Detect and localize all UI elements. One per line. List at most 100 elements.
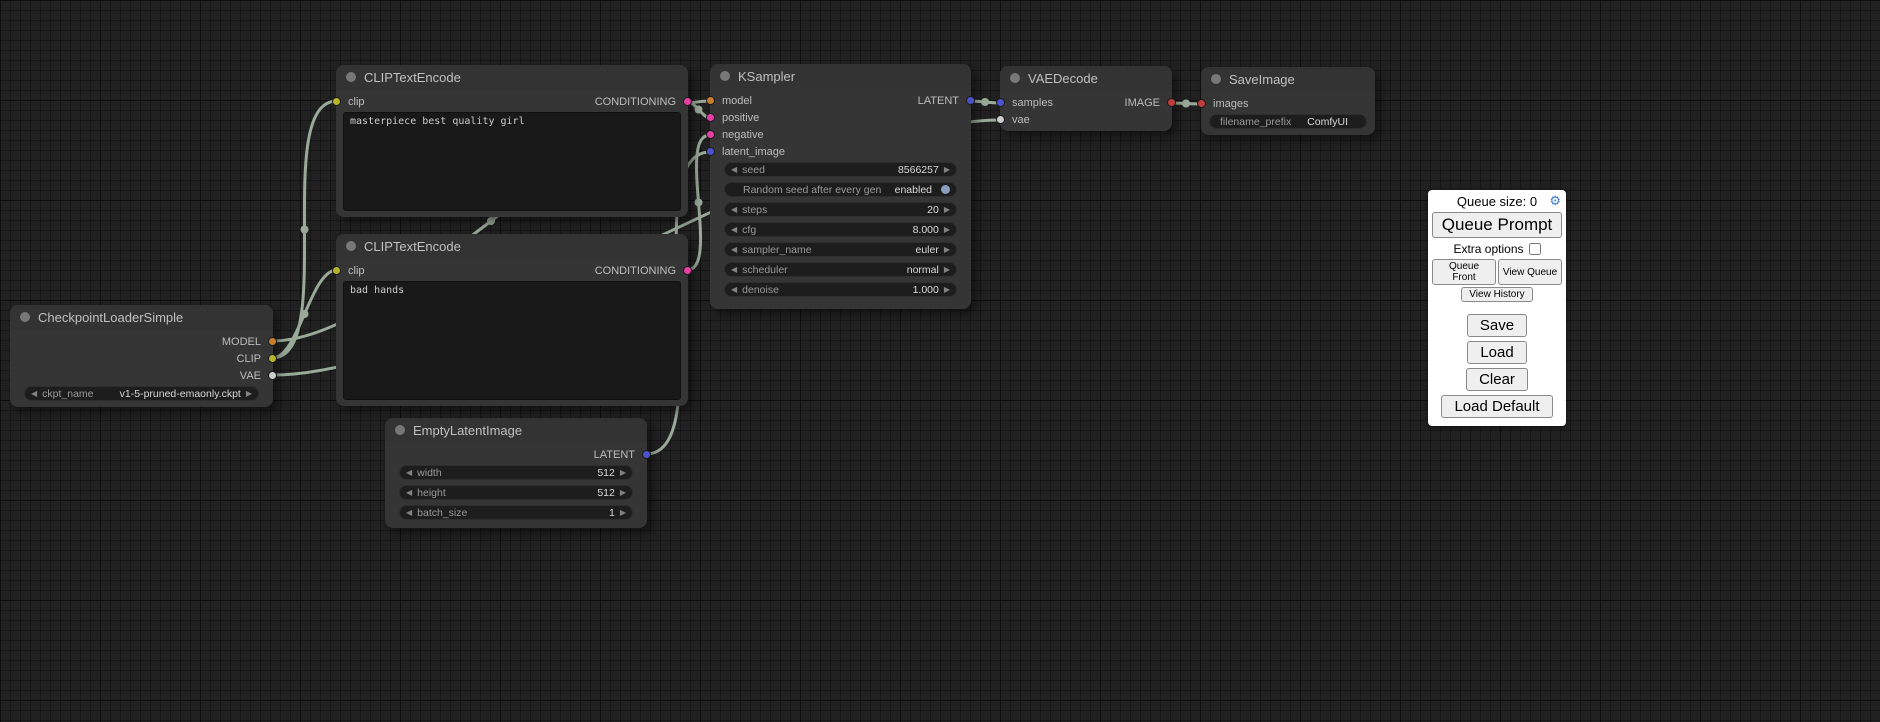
clip-slot-dot[interactable] (268, 354, 277, 363)
slot-label: MODEL (222, 336, 261, 348)
widget-denoise[interactable]: ◀ denoise 1.000 ▶ (724, 282, 957, 297)
output-slot-vae[interactable]: VAE (240, 370, 273, 382)
decrement-arrow-icon[interactable]: ◀ (31, 390, 37, 398)
node-title-bar[interactable]: CLIPTextEncode (336, 234, 688, 258)
decrement-arrow-icon[interactable]: ◀ (731, 206, 737, 214)
widget-random-seed-toggle[interactable]: Random seed after every gen enabled (724, 182, 957, 197)
increment-arrow-icon[interactable]: ▶ (620, 469, 626, 477)
prompt-text-input[interactable]: masterpiece best quality girl (343, 112, 681, 211)
decrement-arrow-icon[interactable]: ◀ (731, 166, 737, 174)
widget-batch-size[interactable]: ◀ batch_size 1 ▶ (399, 505, 633, 520)
increment-arrow-icon[interactable]: ▶ (944, 206, 950, 214)
decrement-arrow-icon[interactable]: ◀ (406, 469, 412, 477)
node-status-dot (20, 312, 30, 322)
increment-arrow-icon[interactable]: ▶ (944, 246, 950, 254)
clear-button[interactable]: Clear (1466, 368, 1528, 391)
vae-slot-dot[interactable] (996, 115, 1005, 124)
decrement-arrow-icon[interactable]: ◀ (731, 266, 737, 274)
node-title-bar[interactable]: VAEDecode (1000, 66, 1172, 90)
node-title-bar[interactable]: CheckpointLoaderSimple (10, 305, 273, 329)
latent-slot-dot[interactable] (996, 98, 1005, 107)
input-slot-clip[interactable]: clip (336, 265, 365, 277)
node-title-bar[interactable]: SaveImage (1201, 67, 1375, 91)
node-title-bar[interactable]: KSampler (710, 64, 971, 88)
queue-front-button[interactable]: Queue Front (1432, 259, 1496, 285)
clip-slot-dot[interactable] (332, 266, 341, 275)
output-slot-latent[interactable]: LATENT (594, 449, 647, 461)
conditioning-slot-dot[interactable] (706, 130, 715, 139)
input-slot-latent-image[interactable]: latent_image (710, 146, 785, 158)
latent-slot-dot[interactable] (966, 96, 975, 105)
output-slot-latent[interactable]: LATENT (918, 95, 971, 107)
widget-steps[interactable]: ◀ steps 20 ▶ (724, 202, 957, 217)
node-clip-text-encode-positive[interactable]: CLIPTextEncode clip CONDITIONING masterp… (336, 65, 688, 217)
node-vae-decode[interactable]: VAEDecode samples IMAGE vae (1000, 66, 1172, 131)
node-ksampler[interactable]: KSampler model LATENT positive (710, 64, 971, 309)
graph-canvas[interactable]: CheckpointLoaderSimple MODEL CLIP VAE (0, 0, 1880, 722)
decrement-arrow-icon[interactable]: ◀ (406, 509, 412, 517)
widget-height[interactable]: ◀ height 512 ▶ (399, 485, 633, 500)
widget-sampler-name[interactable]: ◀ sampler_name euler ▶ (724, 242, 957, 257)
view-history-button[interactable]: View History (1461, 287, 1533, 302)
input-slot-images[interactable]: images (1201, 98, 1248, 110)
view-queue-button[interactable]: View Queue (1498, 259, 1562, 285)
load-button[interactable]: Load (1467, 341, 1526, 364)
widget-ckpt-name[interactable]: ◀ ckpt_name v1-5-pruned-emaonly.ckpt ▶ (24, 386, 259, 401)
widget-filename-prefix[interactable]: filename_prefix ComfyUI (1209, 114, 1367, 129)
latent-slot-dot[interactable] (706, 147, 715, 156)
widget-seed[interactable]: ◀ seed 8566257 ▶ (724, 162, 957, 177)
increment-arrow-icon[interactable]: ▶ (620, 489, 626, 497)
output-slot-model[interactable]: MODEL (222, 336, 273, 348)
latent-slot-dot[interactable] (642, 450, 651, 459)
model-slot-dot[interactable] (706, 96, 715, 105)
increment-arrow-icon[interactable]: ▶ (944, 226, 950, 234)
model-slot-dot[interactable] (268, 337, 277, 346)
node-checkpoint-loader-simple[interactable]: CheckpointLoaderSimple MODEL CLIP VAE (10, 305, 273, 407)
node-status-dot (720, 71, 730, 81)
decrement-arrow-icon[interactable]: ◀ (731, 246, 737, 254)
widget-scheduler[interactable]: ◀ scheduler normal ▶ (724, 262, 957, 277)
input-slot-positive[interactable]: positive (710, 112, 759, 124)
queue-prompt-button[interactable]: Queue Prompt (1432, 212, 1562, 238)
node-empty-latent-image[interactable]: EmptyLatentImage LATENT ◀ width 512 ▶ ◀ … (385, 418, 647, 528)
node-clip-text-encode-negative[interactable]: CLIPTextEncode clip CONDITIONING bad han… (336, 234, 688, 406)
input-slot-negative[interactable]: negative (710, 129, 764, 141)
prompt-text-input[interactable]: bad hands (343, 281, 681, 400)
input-slot-model[interactable]: model (710, 95, 752, 107)
image-slot-dot[interactable] (1197, 99, 1206, 108)
toggle-dot[interactable] (941, 185, 950, 194)
input-slot-samples[interactable]: samples (1000, 97, 1053, 109)
output-slot-conditioning[interactable]: CONDITIONING (595, 265, 688, 277)
widget-value: 512 (597, 467, 615, 479)
increment-arrow-icon[interactable]: ▶ (944, 286, 950, 294)
save-button[interactable]: Save (1467, 314, 1527, 337)
increment-arrow-icon[interactable]: ▶ (944, 166, 950, 174)
clip-slot-dot[interactable] (332, 97, 341, 106)
widget-value: v1-5-pruned-emaonly.ckpt (120, 388, 241, 400)
increment-arrow-icon[interactable]: ▶ (246, 390, 252, 398)
output-slot-conditioning[interactable]: CONDITIONING (595, 96, 688, 108)
decrement-arrow-icon[interactable]: ◀ (731, 226, 737, 234)
widget-label: batch_size (417, 507, 467, 519)
input-slot-clip[interactable]: clip (336, 96, 365, 108)
decrement-arrow-icon[interactable]: ◀ (731, 286, 737, 294)
widget-width[interactable]: ◀ width 512 ▶ (399, 465, 633, 480)
node-title-bar[interactable]: EmptyLatentImage (385, 418, 647, 442)
conditioning-slot-dot[interactable] (706, 113, 715, 122)
increment-arrow-icon[interactable]: ▶ (944, 266, 950, 274)
vae-slot-dot[interactable] (268, 371, 277, 380)
input-slot-vae[interactable]: vae (1000, 114, 1030, 126)
conditioning-slot-dot[interactable] (683, 97, 692, 106)
extra-options-checkbox[interactable] (1529, 243, 1541, 255)
conditioning-slot-dot[interactable] (683, 266, 692, 275)
node-save-image[interactable]: SaveImage images filename_prefix ComfyUI (1201, 67, 1375, 135)
settings-gear-icon[interactable]: ⚙ (1549, 192, 1561, 210)
image-slot-dot[interactable] (1167, 98, 1176, 107)
output-slot-image[interactable]: IMAGE (1125, 97, 1172, 109)
increment-arrow-icon[interactable]: ▶ (620, 509, 626, 517)
decrement-arrow-icon[interactable]: ◀ (406, 489, 412, 497)
widget-cfg[interactable]: ◀ cfg 8.000 ▶ (724, 222, 957, 237)
output-slot-clip[interactable]: CLIP (237, 353, 273, 365)
node-title-bar[interactable]: CLIPTextEncode (336, 65, 688, 89)
load-default-button[interactable]: Load Default (1441, 395, 1552, 418)
